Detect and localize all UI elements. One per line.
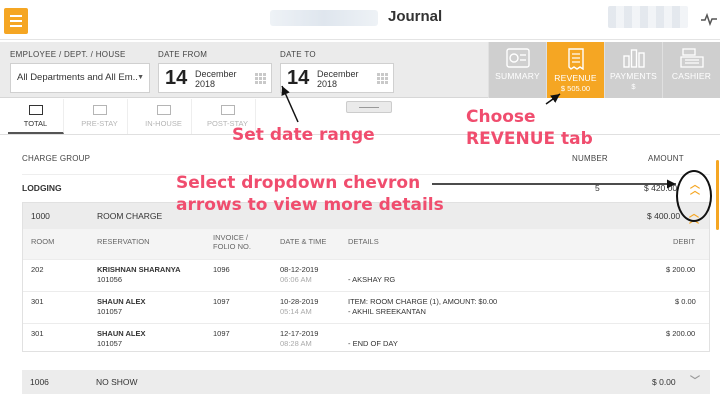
tab-summary-label: SUMMARY: [495, 71, 540, 81]
charge-detail-panel: 1000 ROOM CHARGE $ 400.00 ︿ ︿ ROOM RESERV…: [22, 202, 710, 352]
col-reservation: RESERVATION: [97, 237, 150, 246]
cash-register-icon: [679, 48, 704, 68]
noshow-amount: $ 0.00: [652, 377, 676, 387]
calendar-icon: [255, 73, 266, 84]
row-debit: $ 200.00: [666, 265, 696, 274]
row-debit: $ 200.00: [666, 329, 696, 338]
charge-code: 1000: [31, 211, 50, 221]
subtab-total-label: TOTAL: [23, 119, 48, 128]
row-room: 301: [31, 297, 44, 306]
subtab-in-house-label: IN-HOUSE: [145, 119, 182, 128]
row-invoice: 1097: [213, 297, 230, 306]
charge-name: ROOM CHARGE: [97, 211, 163, 221]
pre-stay-icon: [92, 105, 107, 115]
post-stay-icon: [220, 105, 235, 115]
collapse-handle[interactable]: [346, 101, 392, 113]
date-from-label: DATE FROM: [158, 50, 208, 59]
row-reservation: SHAUN ALEX 101057: [97, 329, 146, 348]
employee-select-value: All Departments and All Em..: [17, 72, 138, 83]
col-debit: DEBIT: [673, 237, 696, 246]
row-datetime: 12-17-2019 08:28 AM: [280, 329, 319, 348]
highlight-oval: [676, 170, 712, 222]
row-details: - AKSHAY RG: [348, 275, 396, 284]
date-from-month-year: December 2018: [195, 69, 237, 89]
scrollbar[interactable]: [716, 160, 719, 230]
summary-icon: [505, 48, 530, 68]
tab-payments-label: PAYMENTS: [609, 71, 658, 81]
row-reservation: SHAUN ALEX 101057: [97, 297, 146, 316]
blurred-user-info: [608, 6, 688, 28]
menu-icon[interactable]: [4, 8, 28, 34]
table-row[interactable]: 202 KRISHNAN SHARANYA 101056 1096 08-12-2…: [23, 259, 709, 291]
row-debit: $ 0.00: [675, 297, 696, 306]
noshow-code: 1006: [30, 377, 49, 387]
date-to-label: DATE TO: [280, 50, 316, 59]
group-number: 5: [595, 183, 600, 193]
subtab-pre-stay[interactable]: PRE-STAY: [72, 99, 128, 134]
tab-revenue-total: $ 505.00: [560, 84, 591, 93]
tab-revenue-label: REVENUE: [554, 73, 597, 83]
row-datetime: 08-12-2019 06:06 AM: [280, 265, 319, 284]
col-invoice: INVOICE / FOLIO NO.: [213, 233, 251, 251]
bar-chart-icon: [622, 49, 645, 68]
header-charge-group: CHARGE GROUP: [22, 154, 91, 163]
col-room: ROOM: [31, 237, 55, 246]
calendar-icon: [377, 73, 388, 84]
tab-revenue[interactable]: REVENUE $ 505.00: [546, 42, 604, 98]
row-invoice: 1097: [213, 329, 230, 338]
chevron-down-icon[interactable]: ﹀: [690, 377, 700, 387]
subtab-total[interactable]: TOTAL: [8, 99, 64, 134]
charge-row-no-show[interactable]: 1006 NO SHOW $ 0.00 ﹀: [22, 370, 710, 394]
tab-payments[interactable]: PAYMENTS $: [604, 42, 662, 98]
receipt-icon: [567, 48, 584, 70]
tab-cashier-label: CASHIER: [671, 71, 712, 81]
date-from-picker[interactable]: 14 December 2018: [158, 63, 272, 93]
annotation-date-range: Set date range: [232, 125, 375, 145]
subtab-in-house[interactable]: IN-HOUSE: [136, 99, 192, 134]
tab-payments-total: $: [631, 82, 636, 91]
tab-cashier[interactable]: CASHIER: [662, 42, 720, 98]
charge-amount: $ 400.00: [647, 211, 681, 221]
col-details: DETAILS: [348, 237, 379, 246]
in-house-icon: [156, 105, 171, 115]
table-row[interactable]: 301 SHAUN ALEX 101057 1097 12-17-2019 08:2…: [23, 323, 709, 355]
row-reservation: KRISHNAN SHARANYA 101056: [97, 265, 181, 284]
row-room: 301: [31, 329, 44, 338]
date-from-day: 14: [165, 67, 188, 89]
total-icon: [28, 105, 43, 115]
activity-icon[interactable]: [700, 10, 718, 28]
page-title: Journal: [388, 8, 443, 25]
date-to-picker[interactable]: 14 December 2018: [280, 63, 394, 93]
top-bar: Journal: [0, 0, 720, 40]
group-name: LODGING: [22, 183, 62, 193]
row-room: 202: [31, 265, 44, 274]
row-datetime: 10-28-2019 05:14 AM: [280, 297, 319, 316]
employee-select[interactable]: All Departments and All Em.. ▼: [10, 63, 150, 93]
caret-down-icon: ▼: [137, 74, 144, 81]
blurred-hotel-name: [270, 10, 378, 26]
tab-summary[interactable]: SUMMARY: [488, 42, 546, 98]
row-details: ITEM: ROOM CHARGE (1), AMOUNT: $0.00- AK…: [348, 297, 498, 316]
subtab-pre-stay-label: PRE-STAY: [81, 119, 118, 128]
row-details: - END OF DAY: [348, 339, 398, 348]
group-amount: $ 420.00: [644, 183, 678, 193]
table-row[interactable]: 301 SHAUN ALEX 101057 1097 10-28-2019 05:1…: [23, 291, 709, 323]
date-to-day: 14: [287, 67, 310, 89]
date-to-month-year: December 2018: [317, 69, 359, 89]
noshow-name: NO SHOW: [96, 377, 138, 387]
annotation-chevron: Select dropdown chevron arrows to view mo…: [176, 173, 444, 215]
annotation-revenue-tab: Choose REVENUE tab: [466, 107, 593, 149]
detail-column-headers: ROOM RESERVATION INVOICE / FOLIO NO. DATE…: [23, 229, 709, 259]
filter-bar: EMPLOYEE / DEPT. / HOUSE All Departments…: [0, 42, 720, 98]
row-invoice: 1096: [213, 265, 230, 274]
header-number: NUMBER: [572, 154, 608, 163]
header-amount: AMOUNT: [648, 154, 684, 163]
employee-label: EMPLOYEE / DEPT. / HOUSE: [10, 50, 126, 59]
col-datetime: DATE & TIME: [280, 237, 327, 246]
